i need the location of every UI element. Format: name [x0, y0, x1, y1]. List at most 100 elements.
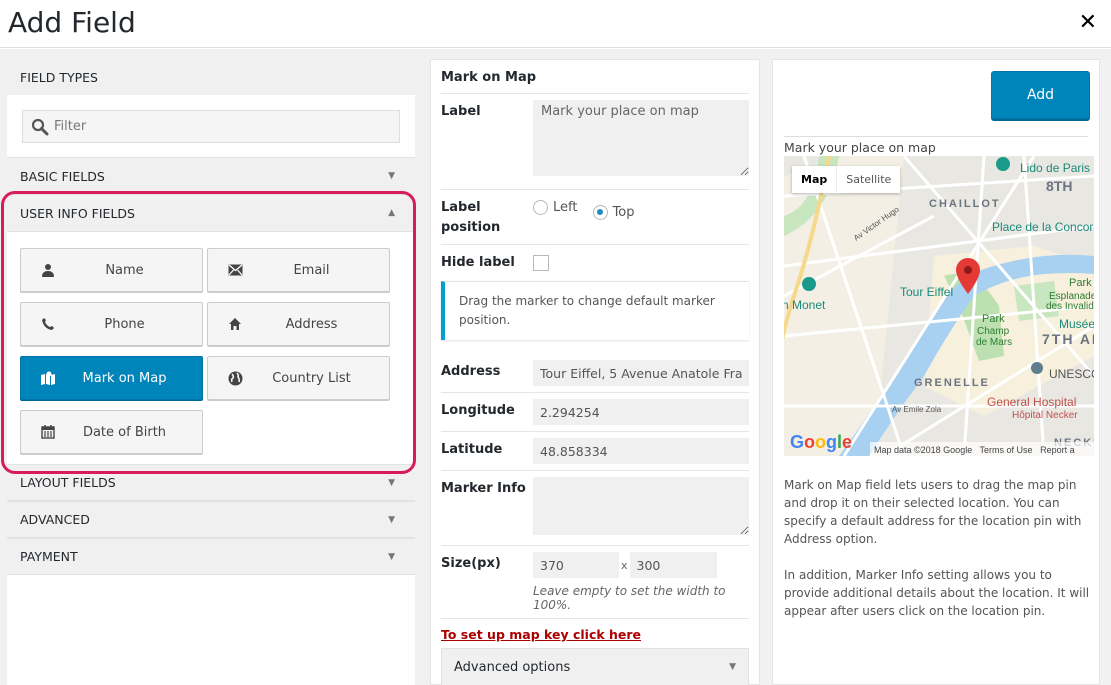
map-label: CHAILLOT	[929, 198, 1001, 210]
map-label: Tour Eiffel	[900, 285, 953, 299]
hide-label-row: Hide label	[441, 245, 749, 281]
google-logo: Google	[790, 432, 852, 452]
address-row: Address	[441, 354, 749, 393]
caret-down-icon: ▼	[388, 514, 395, 525]
longitude-row: Longitude	[441, 393, 749, 432]
field-types-panel: FIELD TYPES BASIC FIELDS ▼ USER INFO FIEL…	[1, 59, 416, 685]
advanced-options-toggle[interactable]: Advanced options ▼	[441, 648, 749, 685]
address-input[interactable]	[533, 360, 749, 386]
caret-down-icon: ▼	[388, 551, 395, 562]
radio-circle[interactable]	[533, 200, 548, 215]
marker-info-textarea[interactable]	[533, 477, 749, 535]
map-label: Hôpital Necker	[1012, 410, 1078, 421]
add-button[interactable]: Add	[991, 71, 1090, 119]
field-button-address[interactable]: Address	[207, 302, 390, 346]
field-button-date-of-birth[interactable]: Date of Birth	[20, 410, 203, 454]
modal-body: FIELD TYPES BASIC FIELDS ▼ USER INFO FIEL…	[0, 49, 1111, 685]
close-icon[interactable]: ✕	[1079, 10, 1097, 35]
address-label: Address	[441, 364, 501, 379]
map-label: Av Emile Zola	[892, 405, 942, 414]
map-label: Lido de Paris	[1020, 161, 1090, 175]
preview-panel: Add Mark your place on map Lido de Paris…	[772, 59, 1100, 685]
place-icon	[1031, 362, 1043, 374]
field-types-heading: FIELD TYPES	[7, 59, 415, 95]
radio-left[interactable]: Left	[533, 200, 577, 215]
search-icon	[31, 118, 49, 135]
field-button-country-list[interactable]: Country List	[207, 356, 390, 400]
map-terms-link[interactable]: Terms of Use	[980, 445, 1033, 455]
latitude-label: Latitude	[441, 442, 503, 457]
section-payment[interactable]: PAYMENT ▼	[7, 538, 415, 575]
map-type-control: Map Satellite	[792, 166, 901, 193]
user-icon	[39, 261, 57, 279]
radio-top[interactable]: Top	[592, 204, 635, 220]
size-separator: x	[621, 558, 628, 572]
hide-label-label: Hide label	[441, 255, 515, 270]
home-icon	[226, 315, 244, 333]
section-advanced[interactable]: ADVANCED ▼	[7, 501, 415, 538]
map-attribution: Map data ©2018 Google	[874, 445, 973, 455]
label-position-row: Label position Left Top	[441, 190, 749, 245]
radio-label: Left	[553, 200, 578, 215]
latitude-input[interactable]	[533, 438, 749, 464]
section-label: BASIC FIELDS	[20, 168, 105, 184]
map-label: Musée	[1059, 317, 1094, 331]
map-attribution-bar: Map data ©2018 Google Terms of Use Repor…	[874, 445, 1075, 455]
field-types-label: FIELD TYPES	[20, 69, 98, 85]
map-label: 8TH	[1046, 178, 1072, 194]
modal-header: Add Field ✕	[0, 0, 1111, 48]
calendar-icon	[39, 423, 57, 441]
section-user-info-fields[interactable]: USER INFO FIELDS ▲	[7, 195, 415, 232]
globe-icon	[226, 369, 244, 387]
map-report-link[interactable]: Report a	[1040, 445, 1075, 455]
map-canvas: Lido de Paris Place de la Concorde Tour …	[784, 156, 1094, 456]
map-label: GRENELLE	[914, 377, 990, 389]
description-paragraph: Mark on Map field lets users to drag the…	[784, 478, 1082, 546]
field-description: Mark on Map field lets users to drag the…	[784, 476, 1094, 638]
longitude-input[interactable]	[533, 399, 749, 425]
caret-down-icon: ▼	[388, 171, 395, 181]
label-position-label: Label position	[441, 200, 501, 235]
settings-title: Mark on Map	[441, 60, 749, 94]
map-key-link[interactable]: To set up map key click here	[441, 627, 749, 642]
phone-icon	[39, 315, 57, 333]
map-label: des Invalides	[1046, 301, 1094, 312]
map-tab[interactable]: Map	[792, 166, 836, 193]
size-height-input[interactable]	[629, 552, 717, 578]
map-label: 7TH AR	[1042, 331, 1094, 347]
section-label: ADVANCED	[20, 512, 90, 527]
marker-info-label: Marker Info	[441, 481, 526, 496]
size-row: Size(px) x Leave empty to set the width …	[441, 546, 749, 619]
map-label: Park	[1069, 277, 1092, 289]
map-preview[interactable]: Lido de Paris Place de la Concorde Tour …	[784, 156, 1094, 456]
filter-input[interactable]	[54, 119, 354, 134]
size-label: Size(px)	[441, 556, 501, 571]
size-width-input[interactable]	[533, 552, 619, 578]
filter-box[interactable]	[22, 110, 400, 143]
caret-down-icon: ▼	[729, 662, 736, 672]
map-label: n Monet	[784, 298, 826, 312]
field-button-mark-on-map[interactable]: Mark on Map	[20, 356, 203, 400]
field-settings-panel: Mark on Map Label Mark your place on map…	[430, 59, 760, 685]
size-hint: Leave empty to set the width to 100%.	[533, 584, 726, 612]
field-button-name[interactable]: Name	[20, 248, 203, 292]
hide-label-checkbox[interactable]	[533, 255, 549, 271]
field-button-email[interactable]: Email	[207, 248, 390, 292]
museum-icon	[802, 277, 816, 291]
map-label: Champ	[977, 326, 1010, 337]
map-label: General Hospital	[987, 395, 1076, 409]
section-label: PAYMENT	[20, 549, 78, 564]
section-layout-fields[interactable]: LAYOUT FIELDS ▼	[7, 464, 415, 501]
marker-info-row: Marker Info	[441, 471, 749, 546]
radio-label: Top	[612, 204, 635, 220]
section-basic-fields[interactable]: BASIC FIELDS ▼	[7, 158, 415, 195]
satellite-tab[interactable]: Satellite	[836, 166, 900, 193]
radio-circle-selected[interactable]	[592, 204, 608, 220]
filter-wrap	[7, 95, 415, 158]
map-label: de Mars	[976, 337, 1012, 348]
envelope-icon	[226, 261, 244, 279]
caret-up-icon: ▲	[388, 208, 395, 218]
field-button-phone[interactable]: Phone	[20, 302, 203, 346]
drag-marker-notice: Drag the marker to change default marker…	[441, 281, 749, 340]
label-textarea[interactable]: Mark your place on map	[533, 100, 749, 176]
